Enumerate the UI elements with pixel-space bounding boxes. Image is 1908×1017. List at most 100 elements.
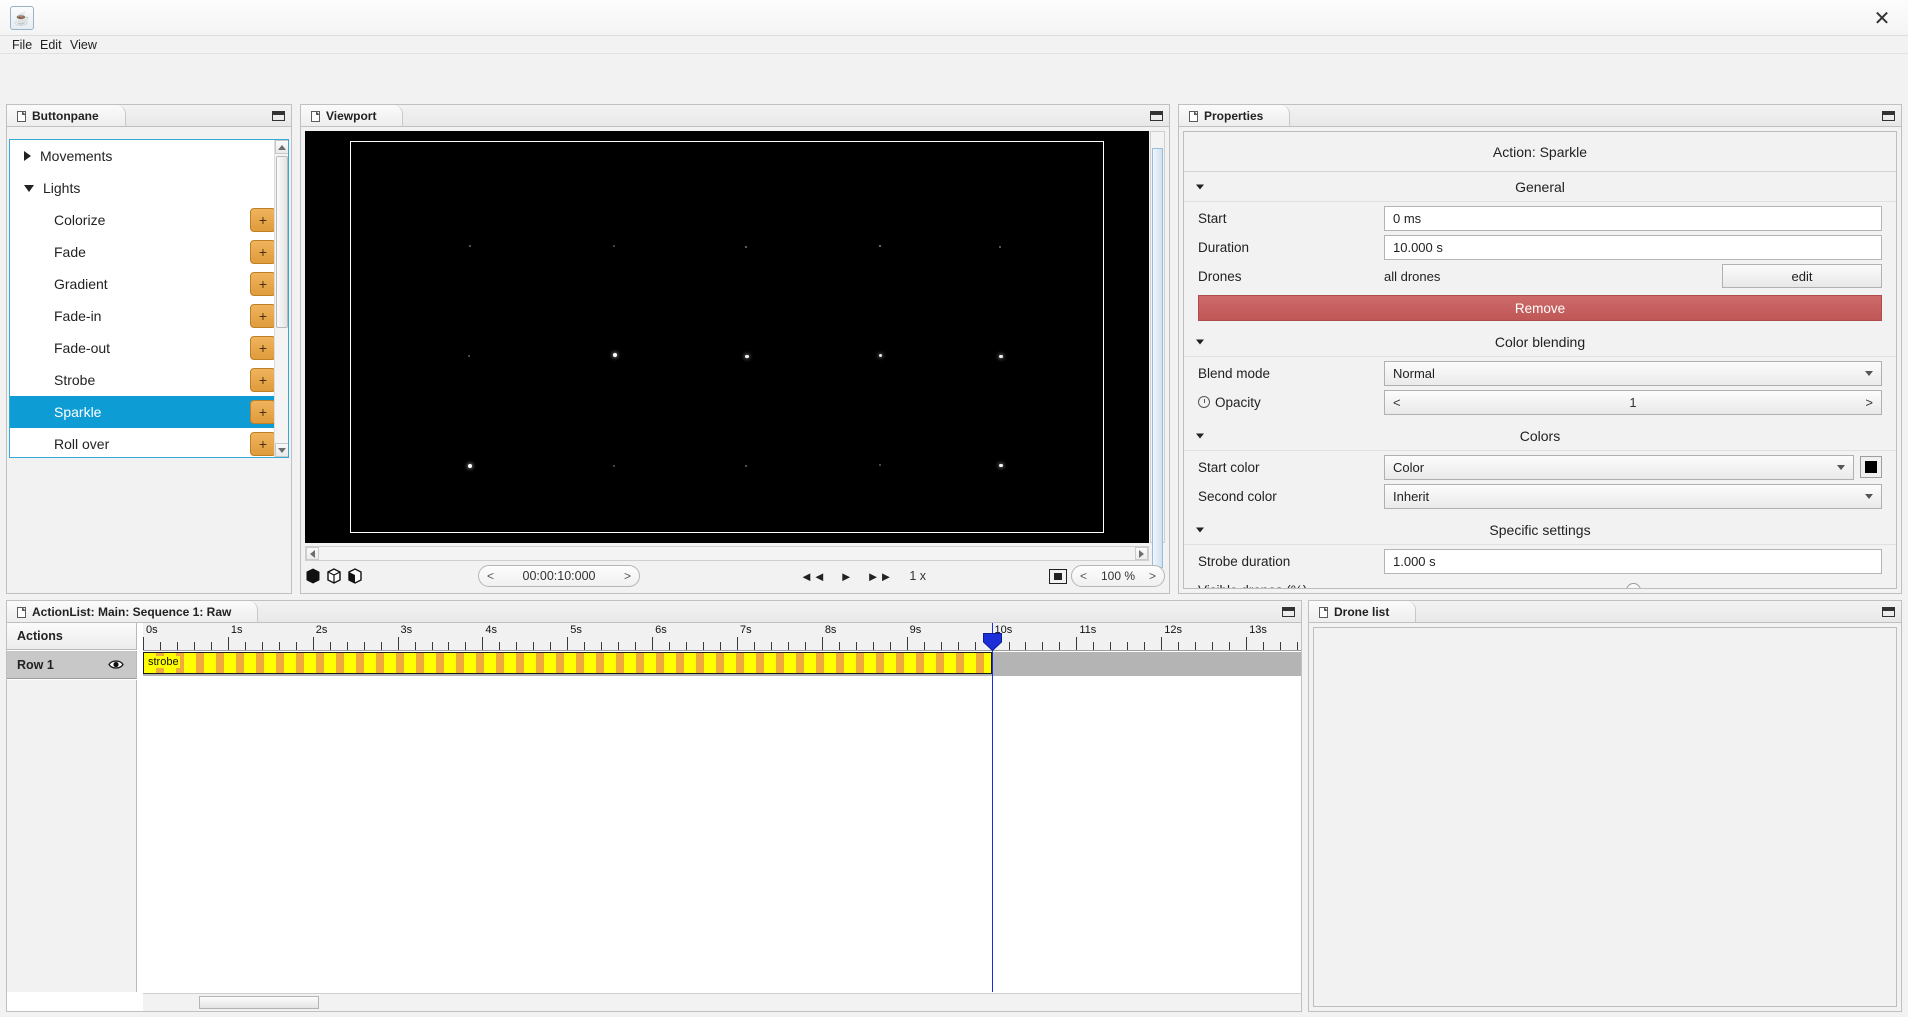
playhead-handle-icon[interactable] — [982, 633, 1002, 651]
fit-to-screen-icon[interactable] — [1049, 568, 1067, 584]
zoom-prev-button[interactable]: < — [1080, 569, 1087, 583]
ruler-tick-label: 9s — [909, 624, 922, 636]
tree-item-label: Sparkle — [54, 404, 102, 420]
slider-knob[interactable] — [1626, 582, 1641, 588]
tab-actionlist[interactable]: ActionList: Main: Sequence 1: Raw — [7, 601, 259, 623]
tree-item-colorize[interactable]: Colorize + — [10, 204, 288, 236]
section-general[interactable]: General — [1184, 172, 1896, 202]
play-button[interactable]: ► — [840, 569, 853, 584]
cube-solid-icon[interactable] — [305, 568, 321, 584]
start-input[interactable]: 0 ms — [1384, 205, 1882, 231]
tab-properties[interactable]: Properties — [1179, 105, 1291, 127]
chevron-down-icon[interactable] — [24, 184, 34, 192]
menu-view[interactable]: View — [66, 36, 101, 54]
eye-icon[interactable] — [108, 659, 124, 670]
collapse-general-icon[interactable] — [1196, 184, 1204, 189]
tree-scroll-thumb[interactable] — [276, 156, 288, 328]
dronelist-maximize-icon[interactable] — [1882, 607, 1895, 617]
actionlist-maximize-icon[interactable] — [1282, 607, 1295, 617]
visible-drones-slider[interactable] — [1384, 578, 1882, 588]
rewind-button[interactable]: ◄◄ — [800, 569, 826, 584]
tab-buttonpane[interactable]: Buttonpane — [7, 105, 126, 127]
tree-item-strobe[interactable]: Strobe + — [10, 364, 288, 396]
tree-item-gradient[interactable]: Gradient + — [10, 268, 288, 300]
section-specific-settings[interactable]: Specific settings — [1184, 515, 1896, 545]
opacity-stepper[interactable]: < 1 > — [1384, 389, 1882, 415]
tree-item-sparkle[interactable]: Sparkle + — [10, 396, 288, 428]
viewport-vertical-scrollbar[interactable] — [1150, 131, 1165, 568]
scroll-up-icon[interactable] — [275, 140, 288, 154]
timecode-next-button[interactable]: > — [624, 569, 631, 583]
collapse-colors-icon[interactable] — [1196, 433, 1204, 438]
tab-viewport[interactable]: Viewport — [301, 105, 404, 127]
properties-maximize-icon[interactable] — [1882, 111, 1895, 121]
strobe-duration-input[interactable]: 1.000 s — [1384, 548, 1882, 574]
timeline-horizontal-scrollbar[interactable] — [143, 993, 1301, 1011]
track-row-header[interactable]: Row 1 — [7, 651, 137, 679]
buttonpane-maximize-icon[interactable] — [272, 111, 285, 121]
clip-strobe[interactable]: strobe — [143, 652, 992, 674]
viewport-vscroll-thumb[interactable] — [1152, 148, 1163, 568]
timecode-prev-button[interactable]: < — [487, 569, 494, 583]
duration-input[interactable]: 10.000 s — [1384, 234, 1882, 260]
add-roll-over-button[interactable]: + — [250, 432, 276, 456]
tree-item-roll-over[interactable]: Roll over + — [10, 428, 288, 457]
tree-item-movements[interactable]: Movements — [10, 140, 288, 172]
section-colors-label: Colors — [1519, 427, 1561, 444]
add-fade-button[interactable]: + — [250, 240, 276, 264]
cube-half-icon[interactable] — [347, 568, 363, 584]
collapse-specific-icon[interactable] — [1196, 527, 1204, 532]
start-color-select[interactable]: Color — [1384, 454, 1854, 480]
edit-drones-button[interactable]: edit — [1722, 264, 1882, 288]
viewport-canvas[interactable] — [305, 131, 1149, 543]
tree-item-lights[interactable]: Lights — [10, 172, 288, 204]
tree-item-fade-out[interactable]: Fade-out + — [10, 332, 288, 364]
timeline-track-row-1[interactable]: strobe — [143, 652, 1301, 676]
scroll-left-icon[interactable] — [306, 547, 319, 560]
cube-outline-icon[interactable] — [326, 568, 342, 584]
menu-edit[interactable]: Edit — [36, 36, 66, 54]
tree-item-label: Roll over — [54, 436, 110, 452]
add-sparkle-button[interactable]: + — [250, 400, 276, 424]
zoom-next-button[interactable]: > — [1149, 569, 1156, 583]
opacity-prev-button[interactable]: < — [1393, 395, 1401, 410]
actions-column-header: Actions — [7, 623, 137, 650]
timeline-scroll-thumb[interactable] — [199, 996, 319, 1009]
timecode-control[interactable]: < 00:00:10:000 > — [478, 565, 640, 587]
blend-mode-select[interactable]: Normal — [1384, 360, 1882, 386]
timeline-ruler[interactable]: 0s 1s 2s 3s 4s 5s 6s 7s 8s 9s 10s 11s 12s 13s — [143, 623, 1301, 651]
opacity-label-text: Opacity — [1215, 394, 1261, 410]
timeline-area[interactable]: 0s 1s 2s 3s 4s 5s 6s 7s 8s 9s 10s 11s 12s 13s strobe — [143, 623, 1301, 992]
zoom-control[interactable]: < 100 % > — [1071, 565, 1165, 587]
second-color-select[interactable]: Inherit — [1384, 483, 1882, 509]
ruler-tick-minor — [957, 642, 959, 650]
ruler-tick-minor — [346, 642, 348, 650]
ruler-tick-label: 0s — [146, 624, 158, 636]
scroll-down-icon[interactable] — [275, 443, 288, 457]
tree-item-fade-in[interactable]: Fade-in + — [10, 300, 288, 332]
start-color-swatch[interactable] — [1860, 456, 1882, 478]
section-colors[interactable]: Colors — [1184, 421, 1896, 451]
chevron-right-icon[interactable] — [24, 151, 31, 161]
dronelist-content[interactable] — [1313, 627, 1897, 1007]
drone-dot — [878, 464, 881, 467]
fast-forward-button[interactable]: ►► — [867, 569, 893, 584]
add-strobe-button[interactable]: + — [250, 368, 276, 392]
collapse-color-blending-icon[interactable] — [1196, 339, 1204, 344]
close-icon[interactable]: ✕ — [1870, 6, 1894, 30]
add-fade-in-button[interactable]: + — [250, 304, 276, 328]
tree-scrollbar[interactable] — [274, 140, 288, 457]
viewport-maximize-icon[interactable] — [1150, 111, 1163, 121]
menu-file[interactable]: File — [8, 36, 36, 54]
add-colorize-button[interactable]: + — [250, 208, 276, 232]
remove-button[interactable]: Remove — [1198, 295, 1882, 321]
add-fade-out-button[interactable]: + — [250, 336, 276, 360]
tree-item-fade[interactable]: Fade + — [10, 236, 288, 268]
playhead-line[interactable] — [982, 623, 1002, 992]
viewport-horizontal-scrollbar[interactable] — [305, 546, 1149, 561]
section-color-blending[interactable]: Color blending — [1184, 327, 1896, 357]
opacity-next-button[interactable]: > — [1865, 395, 1873, 410]
tab-dronelist[interactable]: Drone list — [1309, 601, 1417, 623]
add-gradient-button[interactable]: + — [250, 272, 276, 296]
scroll-right-icon[interactable] — [1135, 547, 1148, 560]
